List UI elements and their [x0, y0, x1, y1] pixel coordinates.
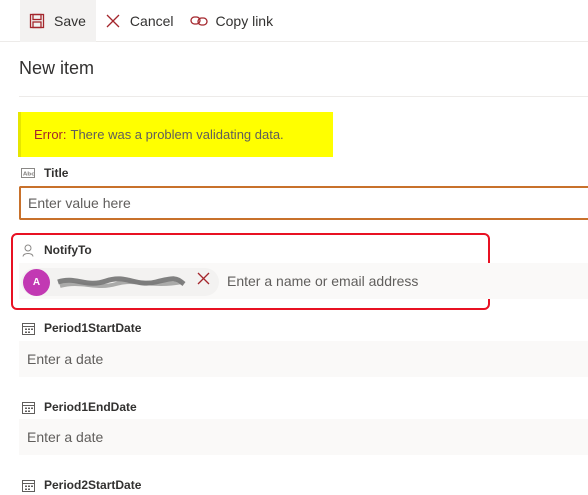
period1start-placeholder: Enter a date — [27, 351, 104, 367]
title-input[interactable]: Enter value here — [19, 186, 588, 220]
save-icon — [28, 12, 46, 30]
title-label-text: Title — [44, 166, 69, 180]
text-field-icon: Abc — [21, 166, 35, 180]
svg-text:Abc: Abc — [23, 172, 34, 178]
command-bar: Save Cancel Copy link — [0, 0, 588, 42]
copy-link-button[interactable]: Copy link — [182, 0, 282, 42]
copy-link-label: Copy link — [215, 12, 274, 29]
title-input-placeholder: Enter value here — [28, 195, 131, 211]
cancel-button[interactable]: Cancel — [96, 0, 182, 42]
period2start-field-label: Period2StartDate — [21, 478, 141, 492]
save-label: Save — [54, 12, 86, 29]
period1end-date-input[interactable]: Enter a date — [19, 419, 588, 455]
period1end-placeholder: Enter a date — [27, 429, 104, 445]
period1end-field-label: Period1EndDate — [21, 400, 137, 414]
period2start-label-text: Period2StartDate — [44, 478, 142, 492]
close-icon — [104, 12, 122, 30]
notifyto-field-label: NotifyTo — [21, 243, 92, 257]
title-divider — [19, 96, 588, 97]
period1start-date-input[interactable]: Enter a date — [19, 341, 588, 377]
error-message: There was a problem validating data. — [70, 127, 284, 142]
period1start-field-label: Period1StartDate — [21, 321, 141, 335]
people-search-input[interactable]: Enter a name or email address — [227, 273, 418, 289]
notifyto-label-text: NotifyTo — [44, 243, 92, 257]
error-banner: Error: There was a problem validating da… — [18, 112, 333, 157]
error-label: Error: — [34, 127, 67, 142]
period1end-label-text: Period1EndDate — [44, 400, 137, 414]
save-button[interactable]: Save — [20, 0, 96, 42]
person-icon — [21, 243, 35, 257]
remove-person-button[interactable] — [192, 270, 214, 292]
close-icon — [197, 272, 210, 290]
redacted-name — [57, 276, 186, 288]
calendar-icon — [21, 321, 35, 335]
period1start-label-text: Period1StartDate — [44, 321, 142, 335]
link-icon — [189, 12, 208, 30]
calendar-icon — [21, 400, 35, 414]
title-field-label: Abc Title — [21, 166, 68, 180]
calendar-icon — [21, 478, 35, 492]
page-title: New item — [19, 58, 95, 78]
cancel-label: Cancel — [129, 12, 174, 29]
avatar: A — [23, 269, 50, 296]
